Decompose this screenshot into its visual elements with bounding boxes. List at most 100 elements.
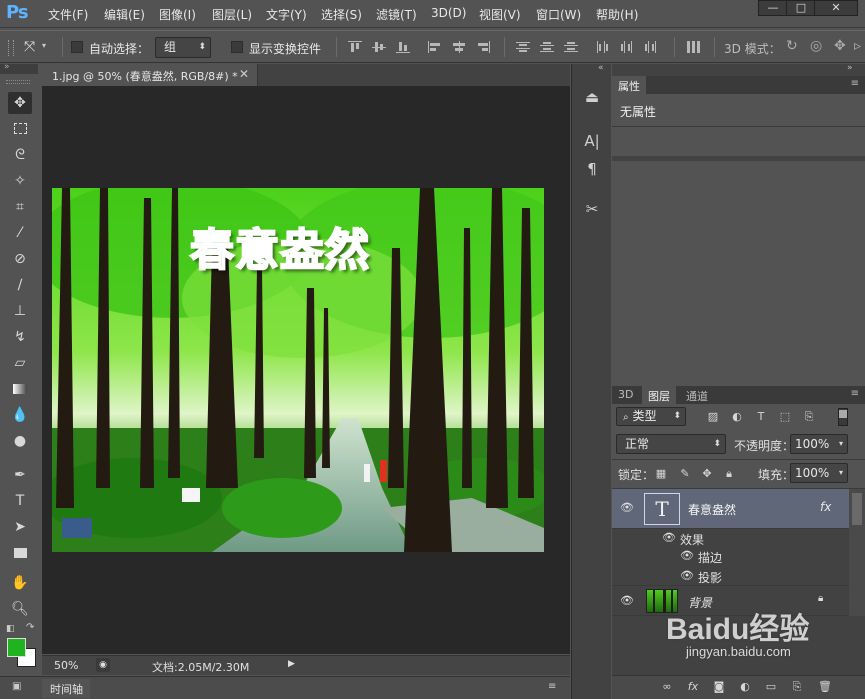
lasso-tool-icon[interactable]: ᘓ <box>8 144 32 166</box>
character-panel-icon[interactable]: A| <box>580 130 604 152</box>
align-hcenter-icon[interactable] <box>452 41 466 53</box>
rectangle-tool-icon[interactable] <box>8 542 32 564</box>
eyedropper-tool-icon[interactable]: ⁄ <box>8 222 32 244</box>
link-layers-icon[interactable]: ∞ <box>660 680 674 694</box>
adjustment-layer-filter-icon[interactable]: ◐ <box>730 410 744 424</box>
status-menu-arrow-icon[interactable]: ▶ <box>288 659 295 669</box>
timeline-icon[interactable]: ▣ <box>12 681 21 692</box>
hand-tool-icon[interactable]: ✋ <box>8 572 32 594</box>
menu-file[interactable]: 文件(F) <box>48 6 88 23</box>
align-top-icon[interactable] <box>348 41 362 53</box>
align-right-icon[interactable] <box>476 41 490 53</box>
tab-3d[interactable]: 3D <box>612 386 639 404</box>
healing-brush-tool-icon[interactable]: ⊘ <box>8 248 32 270</box>
blend-mode-dropdown[interactable]: 正常 ⬍ <box>616 434 726 454</box>
menu-select[interactable]: 选择(S) <box>321 6 362 23</box>
collapse-icon[interactable]: » <box>4 62 10 72</box>
swap-colors-icon[interactable]: ↷ <box>26 622 34 633</box>
blur-tool-icon[interactable]: 💧 <box>8 404 32 426</box>
tab-layers[interactable]: 图层 <box>642 386 676 404</box>
dodge-tool-icon[interactable]: ● <box>8 430 32 452</box>
distribute-top-icon[interactable] <box>516 41 530 53</box>
new-group-icon[interactable]: ▭ <box>764 680 778 694</box>
gradient-tool-icon[interactable] <box>8 378 32 400</box>
roll-3d-icon[interactable]: ◎ <box>810 38 822 54</box>
close-tab-icon[interactable]: ✕ <box>239 67 249 81</box>
slide-3d-icon[interactable]: ▹ <box>854 38 861 54</box>
panel-menu-icon[interactable]: ≡ <box>851 78 859 89</box>
type-tool-icon[interactable]: T <box>8 490 32 512</box>
tab-channels[interactable]: 通道 <box>680 386 714 404</box>
document-tab[interactable]: 1.jpg @ 50% (春意盎然, RGB/8#) * ✕ <box>42 64 258 86</box>
distribute-right-icon[interactable] <box>644 41 658 53</box>
canvas-image[interactable]: 春意盎然 <box>52 188 544 552</box>
panel-menu-icon[interactable]: ≡ <box>548 681 556 692</box>
tab-properties[interactable]: 属性 <box>612 76 646 94</box>
menu-layer[interactable]: 图层(L) <box>212 6 252 23</box>
history-brush-tool-icon[interactable]: ↯ <box>8 326 32 348</box>
visibility-eye-icon[interactable]: 👁︎ <box>620 501 634 514</box>
pen-tool-icon[interactable]: ✒ <box>8 464 32 486</box>
show-transform-checkbox[interactable] <box>231 41 243 53</box>
menu-3d[interactable]: 3D(D) <box>431 6 466 20</box>
layers-scrollbar[interactable] <box>849 489 865 616</box>
menu-type[interactable]: 文字(Y) <box>266 6 307 23</box>
visibility-eye-icon[interactable]: 👁︎ <box>620 594 634 607</box>
clone-stamp-tool-icon[interactable]: ⊥ <box>8 300 32 322</box>
scrollbar-thumb[interactable] <box>852 493 862 525</box>
crop-tool-icon[interactable]: ⌗ <box>8 196 32 218</box>
tool-presets-panel-icon[interactable]: ✂ <box>580 198 604 220</box>
add-layer-style-icon[interactable]: fx <box>686 680 700 694</box>
menu-edit[interactable]: 编辑(E) <box>104 6 145 23</box>
align-vcenter-icon[interactable] <box>372 41 386 53</box>
filter-toggle[interactable] <box>838 408 848 426</box>
drop-shadow-eye-icon[interactable]: 👁︎ <box>680 569 694 582</box>
status-info-icon[interactable]: ◉ <box>96 658 110 672</box>
drag-3d-icon[interactable]: ✥ <box>834 38 846 54</box>
effects-eye-icon[interactable]: 👁︎ <box>662 531 676 544</box>
align-bottom-icon[interactable] <box>396 41 410 53</box>
minimize-button[interactable]: — <box>758 0 788 16</box>
menu-help[interactable]: 帮助(H) <box>596 6 638 23</box>
rotate-3d-icon[interactable]: ↻ <box>786 38 798 54</box>
auto-select-dropdown[interactable]: 组 ⬍ <box>155 37 211 58</box>
distribute-left-icon[interactable] <box>596 41 610 53</box>
magic-wand-tool-icon[interactable]: ✧ <box>8 170 32 192</box>
maximize-button[interactable]: □ <box>786 0 816 16</box>
foreground-color-swatch[interactable] <box>7 638 26 657</box>
lock-pixels-icon[interactable]: ✎ <box>678 467 692 481</box>
opacity-field[interactable]: 100% ▾ <box>790 434 848 454</box>
close-window-button[interactable]: ✕ <box>814 0 858 16</box>
eraser-tool-icon[interactable]: ▱ <box>8 352 32 374</box>
panel-menu-icon[interactable]: ≡ <box>851 388 859 399</box>
delete-layer-icon[interactable]: 🗑︎ <box>818 680 832 694</box>
move-tool-icon[interactable]: ✥ <box>8 92 32 114</box>
distribute-bottom-icon[interactable] <box>564 41 578 53</box>
add-mask-icon[interactable]: ◙ <box>712 680 726 694</box>
zoom-tool-icon[interactable]: 🔍︎ <box>8 598 32 620</box>
default-colors-icon[interactable]: ◧ <box>6 624 15 634</box>
history-panel-icon[interactable]: ⏏ <box>580 86 604 108</box>
pixel-layer-filter-icon[interactable]: ▨ <box>706 410 720 424</box>
stroke-eye-icon[interactable]: 👁︎ <box>680 549 694 562</box>
layer-name[interactable]: 春意盎然 <box>688 501 736 518</box>
marquee-tool-icon[interactable] <box>8 118 32 140</box>
auto-select-checkbox[interactable] <box>71 41 83 53</box>
menu-window[interactable]: 窗口(W) <box>536 6 581 23</box>
chevron-down-icon[interactable]: ▾ <box>42 41 46 50</box>
type-layer-filter-icon[interactable]: T <box>754 410 768 424</box>
lock-position-icon[interactable]: ✥ <box>700 467 714 481</box>
lock-transparent-icon[interactable]: ▦ <box>654 467 668 481</box>
brush-tool-icon[interactable]: ∕ <box>8 274 32 296</box>
shape-layer-filter-icon[interactable]: ⬚ <box>778 410 792 424</box>
layer-filter-dropdown[interactable]: ⌕ 类型 ⬍ <box>616 407 686 426</box>
layer-row-text[interactable]: 👁︎ T 春意盎然 fx <box>612 489 849 529</box>
new-adjustment-layer-icon[interactable]: ◐ <box>738 680 752 694</box>
collapse-panels-icon[interactable]: » <box>847 63 853 73</box>
layer-fx-badge[interactable]: fx <box>820 500 831 514</box>
move-tool-preset-icon[interactable]: ⤧ <box>24 39 35 55</box>
smart-object-filter-icon[interactable]: ⎘ <box>802 410 816 424</box>
expand-icon[interactable]: « <box>598 63 604 73</box>
distribute-hcenter-icon[interactable] <box>620 41 634 53</box>
distribute-vcenter-icon[interactable] <box>540 41 554 53</box>
